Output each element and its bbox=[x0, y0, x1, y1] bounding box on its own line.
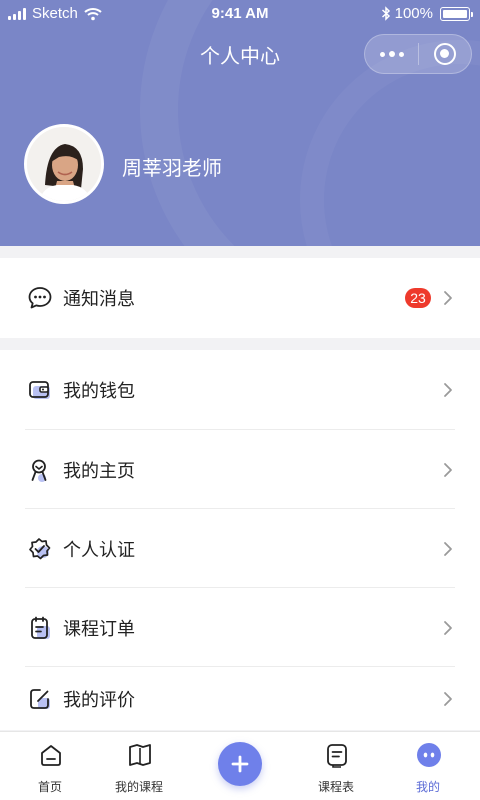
tab-schedule[interactable]: 课程表 bbox=[288, 732, 384, 800]
menu-item-wallet[interactable]: 我的钱包 bbox=[25, 350, 455, 429]
plus-icon bbox=[231, 755, 249, 773]
notifications-card: 通知消息 23 bbox=[0, 258, 480, 338]
clipboard-icon bbox=[31, 616, 50, 639]
screen: Sketch 9:41 AM 100% 个人中心 周莘羽老师 通知消息 23 我… bbox=[0, 0, 480, 800]
tab-label: 我的 bbox=[415, 780, 440, 794]
more-button[interactable] bbox=[365, 35, 418, 73]
chat-bubble-icon bbox=[28, 286, 52, 308]
tab-my-courses[interactable]: 我的课程 bbox=[91, 732, 187, 800]
chevron-right-icon bbox=[444, 691, 452, 706]
notifications-row[interactable]: 通知消息 23 bbox=[25, 258, 455, 337]
chevron-right-icon bbox=[444, 382, 452, 397]
target-icon bbox=[433, 43, 456, 65]
home-icon bbox=[41, 745, 61, 766]
unread-count-badge: 23 bbox=[405, 287, 431, 308]
tab-label: 首页 bbox=[37, 780, 62, 794]
status-bar: Sketch 9:41 AM 100% bbox=[0, 0, 480, 28]
book-icon bbox=[129, 744, 151, 766]
menu-item-label: 我的评价 bbox=[63, 689, 135, 710]
menu-item-label: 课程订单 bbox=[63, 618, 135, 639]
homepage-icon bbox=[31, 459, 47, 482]
notifications-label: 通知消息 bbox=[63, 288, 135, 309]
battery-icon bbox=[440, 6, 473, 21]
menu-card: 我的钱包 我的主页 个人认证 课程订单 我的评价 bbox=[0, 350, 480, 730]
edit-note-icon bbox=[30, 688, 50, 709]
chevron-right-icon bbox=[444, 290, 452, 305]
tab-label: 课程表 bbox=[317, 780, 354, 794]
profile-name: 周莘羽老师 bbox=[122, 158, 222, 180]
menu-item-label: 我的主页 bbox=[63, 460, 135, 481]
status-right: 100% bbox=[381, 5, 473, 22]
wallet-icon bbox=[29, 380, 50, 399]
schedule-icon bbox=[327, 744, 347, 768]
chevron-right-icon bbox=[444, 462, 452, 477]
menu-item-course-orders[interactable]: 课程订单 bbox=[25, 588, 455, 667]
menu-item-reviews[interactable]: 我的评价 bbox=[25, 667, 455, 730]
profile-face-icon bbox=[417, 743, 441, 767]
bluetooth-icon bbox=[381, 6, 390, 21]
menu-item-label: 个人认证 bbox=[63, 539, 135, 560]
menu-item-homepage[interactable]: 我的主页 bbox=[25, 430, 455, 509]
mini-program-capsule bbox=[364, 34, 472, 74]
avatar-portrait-icon bbox=[27, 127, 101, 201]
battery-label: 100% bbox=[394, 5, 433, 22]
verified-badge-icon bbox=[29, 537, 51, 559]
chevron-right-icon bbox=[444, 541, 452, 556]
tab-home[interactable]: 首页 bbox=[2, 732, 98, 800]
tab-label: 我的课程 bbox=[114, 780, 163, 794]
menu-item-verification[interactable]: 个人认证 bbox=[25, 509, 455, 588]
add-button[interactable] bbox=[218, 742, 262, 786]
close-button[interactable] bbox=[419, 35, 471, 73]
profile-header: Sketch 9:41 AM 100% 个人中心 周莘羽老师 bbox=[0, 0, 480, 246]
tab-mine[interactable]: 我的 bbox=[380, 732, 476, 800]
avatar[interactable] bbox=[24, 124, 104, 204]
chevron-right-icon bbox=[444, 620, 452, 635]
menu-item-label: 我的钱包 bbox=[63, 380, 135, 401]
